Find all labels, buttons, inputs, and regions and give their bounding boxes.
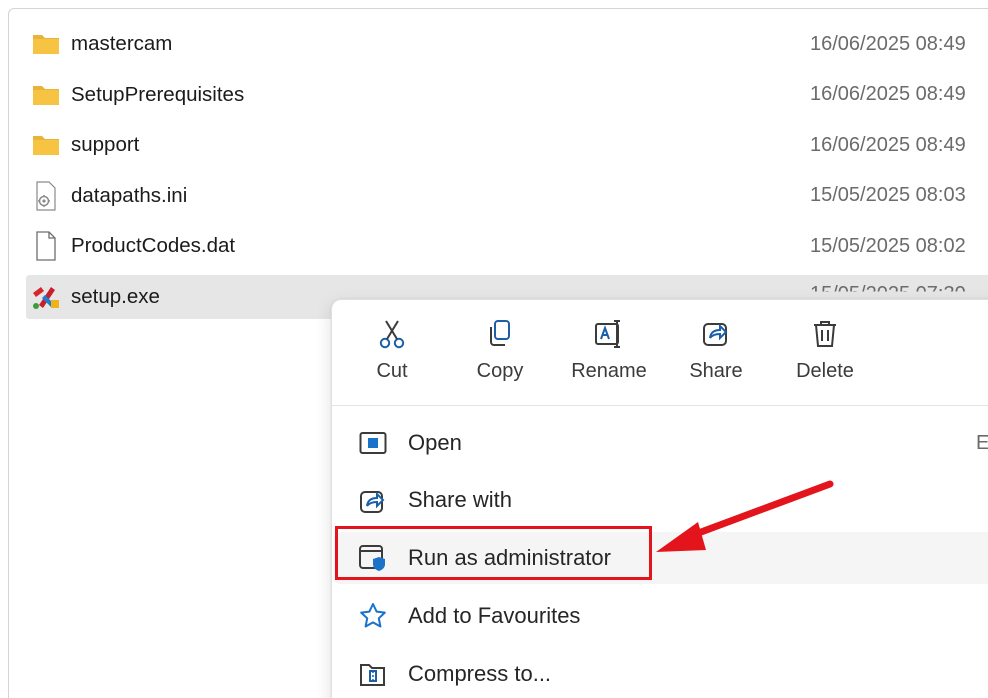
- menu-item-label: Compress to...: [408, 661, 552, 686]
- menu-item-compress-to[interactable]: Compress to...: [334, 648, 988, 698]
- compress-icon: [358, 659, 388, 689]
- file-name: ProductCodes.dat: [71, 234, 236, 257]
- highlight-box: [335, 526, 652, 580]
- menu-item-label: Add to Favourites: [408, 603, 581, 628]
- file-date: 16/06/2025 08:49: [810, 32, 966, 55]
- file-name: setup.exe: [71, 284, 160, 308]
- folder-icon: [31, 130, 61, 160]
- file-row-productcodes[interactable]: ProductCodes.dat 15/05/2025 08:02: [26, 224, 988, 268]
- star-icon: [358, 601, 388, 631]
- share-with-icon: [358, 485, 388, 515]
- file-row-support[interactable]: support 16/06/2025 08:49: [26, 123, 988, 167]
- document-icon: [31, 231, 61, 261]
- folder-icon: [31, 80, 61, 110]
- file-row-setupprerequisites[interactable]: SetupPrerequisites 16/06/2025 08:49: [26, 73, 988, 117]
- file-name: datapaths.ini: [71, 183, 188, 207]
- file-date: 16/06/2025 08:49: [810, 83, 966, 105]
- open-icon: [358, 428, 388, 458]
- rename-button[interactable]: Rename: [561, 318, 657, 398]
- cut-button[interactable]: Cut: [344, 318, 440, 398]
- file-name: support: [71, 133, 140, 156]
- file-row-datapaths[interactable]: datapaths.ini 15/05/2025 08:03: [26, 174, 988, 218]
- share-button[interactable]: Share: [668, 318, 764, 398]
- ini-file-icon: [31, 180, 61, 211]
- file-date: 16/06/2025 08:49: [810, 133, 966, 156]
- file-name: SetupPrerequisites: [71, 82, 245, 106]
- share-label: Share: [689, 360, 743, 382]
- rename-icon: [595, 320, 620, 348]
- delete-label: Delete: [796, 360, 854, 382]
- delete-button[interactable]: Delete: [777, 318, 873, 398]
- menu-item-add-to-favourites[interactable]: Add to Favourites: [334, 590, 988, 642]
- scissors-icon: [379, 320, 405, 349]
- copy-label: Copy: [476, 360, 524, 382]
- quick-actions-bar: Cut Copy Rename Share Delete: [332, 300, 988, 406]
- cut-label: Cut: [376, 360, 408, 382]
- file-list: mastercam 16/06/2025 08:49 SetupPrerequi…: [26, 22, 988, 325]
- menu-item-label: Share with: [408, 487, 512, 512]
- rename-label: Rename: [571, 360, 647, 382]
- copy-button[interactable]: Copy: [452, 318, 548, 398]
- file-name: mastercam: [71, 32, 173, 55]
- folder-icon: [31, 29, 61, 59]
- file-row-mastercam[interactable]: mastercam 16/06/2025 08:49: [26, 22, 988, 66]
- setup-exe-icon: [31, 282, 61, 312]
- red-arrow-annotation: [656, 480, 834, 552]
- menu-item-open[interactable]: Open Enter: [334, 417, 988, 469]
- copy-icon: [490, 320, 510, 346]
- menu-item-label: Open: [408, 430, 462, 455]
- file-date: 15/05/2025 08:02: [810, 234, 966, 257]
- trash-icon: [814, 321, 836, 347]
- menu-item-shortcut: Enter: [976, 431, 988, 454]
- share-icon: [703, 323, 728, 346]
- file-date: 15/05/2025 08:03: [810, 184, 966, 206]
